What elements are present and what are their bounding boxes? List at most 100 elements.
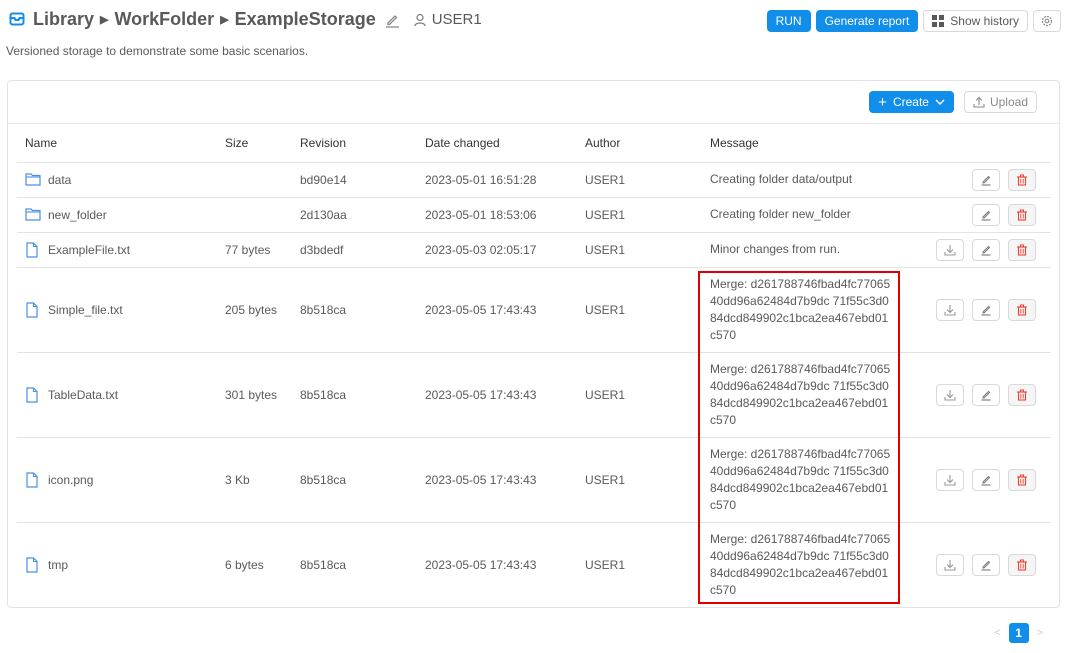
caret-right-icon: ▶ <box>220 14 229 26</box>
item-name-link[interactable]: Simple_file.txt <box>48 303 123 317</box>
cell-name: new_folder <box>17 197 217 233</box>
column-header-name[interactable]: Name <box>17 125 217 163</box>
storage-icon <box>9 11 27 29</box>
cell-actions <box>912 352 1051 438</box>
prev-page-icon[interactable]: < <box>994 627 1000 639</box>
delete-button[interactable] <box>1008 383 1036 406</box>
download-button[interactable] <box>936 298 964 321</box>
edit-icon <box>980 389 992 401</box>
file-icon <box>25 471 41 488</box>
show-history-label: Show history <box>950 14 1019 28</box>
cell-actions <box>912 522 1051 608</box>
delete-button[interactable] <box>1008 298 1036 321</box>
edit-button[interactable] <box>972 553 1000 576</box>
cell-revision: 2d130aa <box>292 197 417 233</box>
item-name-link[interactable]: tmp <box>48 558 68 572</box>
edit-button[interactable] <box>972 203 1000 226</box>
cell-author: USER1 <box>577 437 702 523</box>
chevron-down-icon <box>935 99 945 105</box>
commit-message: Merge: d261788746fbad4fc7706540dd96a6248… <box>710 531 891 597</box>
column-header-revision[interactable]: Revision <box>292 125 417 163</box>
trash-icon <box>1016 304 1028 316</box>
cell-message: Merge: d261788746fbad4fc7706540dd96a6248… <box>702 522 912 608</box>
table-row[interactable]: Simple_file.txt 205 bytes 8b518ca 2023-05-0… <box>17 267 1051 353</box>
cell-date-changed: 2023-05-01 16:51:28 <box>417 162 577 198</box>
delete-button[interactable] <box>1008 553 1036 576</box>
folder-icon <box>25 207 41 223</box>
storage-description: Versioned storage to demonstrate some ba… <box>6 44 309 58</box>
cell-actions <box>912 162 1051 198</box>
cell-date-changed: 2023-05-05 17:43:43 <box>417 437 577 523</box>
folder-icon <box>25 172 41 188</box>
pagination: < 1 > <box>994 623 1043 643</box>
table-row[interactable]: icon.png 3 Kb 8b518ca 2023-05-05 17:43:43 US… <box>17 437 1051 523</box>
cell-name: icon.png <box>17 437 217 523</box>
table-row[interactable]: ExampleFile.txt 77 bytes d3bdedf 2023-05-03… <box>17 232 1051 268</box>
item-name-link[interactable]: TableData.txt <box>48 388 118 402</box>
cell-message: Merge: d261788746fbad4fc7706540dd96a6248… <box>702 267 912 353</box>
generate-report-button[interactable]: Generate report <box>815 10 919 32</box>
cell-name: TableData.txt <box>17 352 217 438</box>
show-history-button[interactable]: Show history <box>923 10 1028 32</box>
delete-button[interactable] <box>1008 168 1036 191</box>
cell-date-changed: 2023-05-05 17:43:43 <box>417 267 577 353</box>
edit-button[interactable] <box>972 168 1000 191</box>
commit-message: Minor changes from run. <box>710 242 841 256</box>
column-header-message[interactable]: Message <box>702 125 912 163</box>
edit-title-icon[interactable] <box>384 12 400 28</box>
page-1[interactable]: 1 <box>1008 623 1029 643</box>
cell-actions <box>912 267 1051 353</box>
edit-icon <box>980 244 992 256</box>
item-name-link[interactable]: new_folder <box>48 208 107 222</box>
cell-size: 6 bytes <box>217 522 292 608</box>
edit-button[interactable] <box>972 468 1000 491</box>
trash-icon <box>1016 559 1028 571</box>
owner-name: USER1 <box>431 11 482 28</box>
column-header-author[interactable]: Author <box>577 125 702 163</box>
download-button[interactable] <box>936 383 964 406</box>
files-table: Name Size Revision Date changed Author M… <box>17 125 1051 608</box>
cell-size <box>217 197 292 233</box>
settings-button[interactable] <box>1033 10 1061 32</box>
download-button[interactable] <box>936 468 964 491</box>
table-row[interactable]: data bd90e14 2023-05-01 16:51:28 USER1 Creat… <box>17 162 1051 198</box>
next-page-icon[interactable]: > <box>1037 627 1043 639</box>
download-button[interactable] <box>936 238 964 261</box>
cell-actions <box>912 197 1051 233</box>
item-name-link[interactable]: ExampleFile.txt <box>48 243 130 257</box>
download-icon <box>944 474 956 486</box>
page-header: Library ▶ WorkFolder ▶ ExampleStorage US… <box>0 0 1065 42</box>
commit-message: Creating folder data/output <box>710 172 853 186</box>
delete-button[interactable] <box>1008 238 1036 261</box>
cell-author: USER1 <box>577 197 702 233</box>
upload-label: Upload <box>989 95 1028 109</box>
breadcrumb-library[interactable]: Library <box>33 9 94 30</box>
table-row[interactable]: TableData.txt 301 bytes 8b518ca 2023-05-05 … <box>17 352 1051 438</box>
run-button[interactable]: RUN <box>766 10 811 32</box>
edit-button[interactable] <box>972 298 1000 321</box>
cell-revision: 8b518ca <box>292 437 417 523</box>
column-header-actions <box>912 125 1051 163</box>
column-header-date-changed[interactable]: Date changed <box>417 125 577 163</box>
table-row[interactable]: new_folder 2d130aa 2023-05-01 18:53:06 USER… <box>17 197 1051 233</box>
upload-button[interactable]: Upload <box>963 91 1037 113</box>
edit-button[interactable] <box>972 383 1000 406</box>
item-name-link[interactable]: icon.png <box>48 473 93 487</box>
cell-author: USER1 <box>577 522 702 608</box>
delete-button[interactable] <box>1008 468 1036 491</box>
breadcrumb: Library ▶ WorkFolder ▶ ExampleStorage US… <box>9 9 482 30</box>
table-row[interactable]: tmp 6 bytes 8b518ca 2023-05-05 17:43:43 USER… <box>17 522 1051 608</box>
file-icon <box>25 386 41 403</box>
cell-size: 301 bytes <box>217 352 292 438</box>
cell-revision: 8b518ca <box>292 267 417 353</box>
download-button[interactable] <box>936 553 964 576</box>
cell-name: Simple_file.txt <box>17 267 217 353</box>
edit-button[interactable] <box>972 238 1000 261</box>
column-header-size[interactable]: Size <box>217 125 292 163</box>
trash-icon <box>1016 244 1028 256</box>
item-name-link[interactable]: data <box>48 173 71 187</box>
breadcrumb-workfolder[interactable]: WorkFolder <box>115 9 215 30</box>
create-button[interactable]: + Create <box>869 91 954 113</box>
trash-icon <box>1016 474 1028 486</box>
delete-button[interactable] <box>1008 203 1036 226</box>
